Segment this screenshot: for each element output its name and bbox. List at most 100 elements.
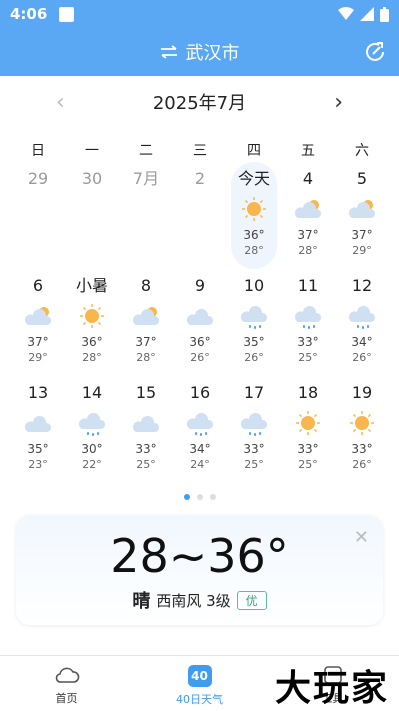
tab-40-day[interactable]: 40 40日天气 bbox=[133, 656, 266, 711]
day-label: 5 bbox=[356, 169, 368, 188]
day-label: 15 bbox=[135, 383, 157, 402]
calendar-day[interactable]: 17 33° 25° bbox=[227, 376, 281, 483]
partly-cloudy-icon bbox=[132, 307, 160, 325]
swap-icon bbox=[160, 45, 177, 59]
calendar-day[interactable]: 11 33° 25° bbox=[281, 269, 335, 376]
day-label: 19 bbox=[351, 383, 373, 402]
calendar-day[interactable]: 19 33° 26° bbox=[335, 376, 389, 483]
calendar-day[interactable]: 30 bbox=[65, 162, 119, 269]
battery-icon bbox=[380, 6, 389, 22]
page-indicator bbox=[0, 494, 399, 500]
day-label: 7月 bbox=[132, 169, 160, 188]
calendar-day[interactable]: 12 34° 26° bbox=[335, 269, 389, 376]
tab-home[interactable]: 首页 bbox=[0, 656, 133, 711]
wifi-icon bbox=[338, 7, 354, 20]
weekday-label: 一 bbox=[85, 143, 99, 159]
low-temperature: 26° bbox=[244, 351, 264, 364]
weekday-label: 日 bbox=[31, 143, 45, 159]
weekday-label: 四 bbox=[247, 143, 261, 159]
low-temperature: 26° bbox=[352, 351, 372, 364]
city-switcher[interactable]: 武汉市 bbox=[160, 39, 240, 65]
weather-condition: 晴 bbox=[132, 591, 151, 612]
low-temperature: 25° bbox=[136, 458, 156, 471]
page-dot[interactable] bbox=[196, 494, 203, 500]
low-temperature: 28° bbox=[82, 351, 102, 364]
cloudy-icon bbox=[186, 308, 214, 325]
high-temperature: 37° bbox=[297, 228, 319, 242]
weather-description: 晴 西南风 3级 优 bbox=[16, 587, 383, 613]
day-label: 6 bbox=[32, 276, 44, 295]
high-temperature: 36° bbox=[81, 335, 103, 349]
low-temperature: 23° bbox=[28, 458, 48, 471]
refresh-icon[interactable] bbox=[363, 40, 387, 64]
day-label: 29 bbox=[27, 169, 49, 188]
cloudy-icon bbox=[132, 415, 160, 432]
high-temperature: 33° bbox=[135, 442, 157, 456]
calendar-day[interactable]: 4 37° 28° bbox=[281, 162, 335, 269]
month-title: 2025年7月 bbox=[152, 93, 247, 114]
partly-cloudy-icon bbox=[294, 200, 322, 218]
air-quality-badge: 优 bbox=[236, 590, 267, 610]
high-temperature: 35° bbox=[27, 442, 49, 456]
calendar-day[interactable]: 9 36° 26° bbox=[173, 269, 227, 376]
signal-icon bbox=[360, 7, 374, 21]
day-label: 18 bbox=[297, 383, 319, 402]
calendar-day[interactable]: 7月 bbox=[119, 162, 173, 269]
tab-label: 首页 bbox=[55, 692, 78, 705]
calendar-day[interactable]: 18 33° 25° bbox=[281, 376, 335, 483]
high-temperature: 36° bbox=[243, 228, 265, 242]
calendar-day[interactable]: 14 30° 22° bbox=[65, 376, 119, 483]
low-temperature: 26° bbox=[352, 458, 372, 471]
cloudy-icon bbox=[24, 415, 52, 432]
partly-cloudy-icon bbox=[24, 307, 52, 325]
weekday-header: 日 一 二 三 四 五 六 bbox=[11, 140, 389, 160]
calendar-day[interactable]: 15 33° 25° bbox=[119, 376, 173, 483]
day-label: 2 bbox=[194, 169, 206, 188]
page-dot[interactable] bbox=[209, 494, 216, 500]
high-temperature: 33° bbox=[243, 442, 265, 456]
calendar-day[interactable]: 29 bbox=[11, 162, 65, 269]
high-temperature: 33° bbox=[351, 442, 373, 456]
status-time: 4:06 bbox=[10, 5, 48, 23]
calendar-day[interactable]: 小暑 36° 28° bbox=[65, 269, 119, 376]
low-temperature: 26° bbox=[190, 351, 210, 364]
cloud-outline-icon bbox=[55, 667, 79, 683]
high-temperature: 30° bbox=[81, 442, 103, 456]
notification-icon bbox=[59, 6, 75, 22]
next-month-icon[interactable]: › bbox=[334, 90, 343, 115]
day-label: 16 bbox=[189, 383, 211, 402]
today-summary-card[interactable]: ✕ 28~36° 晴 西南风 3级 优 bbox=[16, 515, 383, 625]
temperature-range: 28~36° bbox=[110, 529, 289, 583]
weekday-label: 二 bbox=[139, 143, 153, 159]
calendar-day[interactable]: 5 37° 29° bbox=[335, 162, 389, 269]
day-label: 17 bbox=[243, 383, 265, 402]
day-label: 10 bbox=[243, 276, 265, 295]
calendar-day[interactable]: 8 37° 28° bbox=[119, 269, 173, 376]
calendar-day[interactable]: 13 35° 23° bbox=[11, 376, 65, 483]
low-temperature: 25° bbox=[298, 458, 318, 471]
calendar-day[interactable]: 10 35° 26° bbox=[227, 269, 281, 376]
day-label: 4 bbox=[302, 169, 314, 188]
day-label: 小暑 bbox=[75, 276, 108, 295]
light-rain-icon bbox=[186, 412, 214, 436]
low-temperature: 24° bbox=[190, 458, 210, 471]
app-bar: 武汉市 bbox=[0, 28, 399, 76]
low-temperature: 28° bbox=[298, 244, 318, 257]
light-rain-icon bbox=[240, 305, 268, 329]
calendar-day[interactable]: 2 bbox=[173, 162, 227, 269]
high-temperature: 37° bbox=[351, 228, 373, 242]
city-name: 武汉市 bbox=[185, 43, 240, 64]
weekday-label: 六 bbox=[355, 143, 369, 159]
calendar-day[interactable]: 16 34° 24° bbox=[173, 376, 227, 483]
light-rain-icon bbox=[240, 412, 268, 436]
calendar-day[interactable]: 6 37° 29° bbox=[11, 269, 65, 376]
prev-month-icon[interactable]: ‹ bbox=[56, 90, 65, 115]
calendar-day-today[interactable]: 今天 36° 28° bbox=[231, 162, 277, 269]
high-temperature: 33° bbox=[297, 335, 319, 349]
low-temperature: 29° bbox=[28, 351, 48, 364]
page-dot[interactable] bbox=[183, 494, 190, 500]
day-label: 14 bbox=[81, 383, 103, 402]
day-label: 今天 bbox=[237, 169, 270, 188]
low-temperature: 25° bbox=[298, 351, 318, 364]
high-temperature: 34° bbox=[189, 442, 211, 456]
